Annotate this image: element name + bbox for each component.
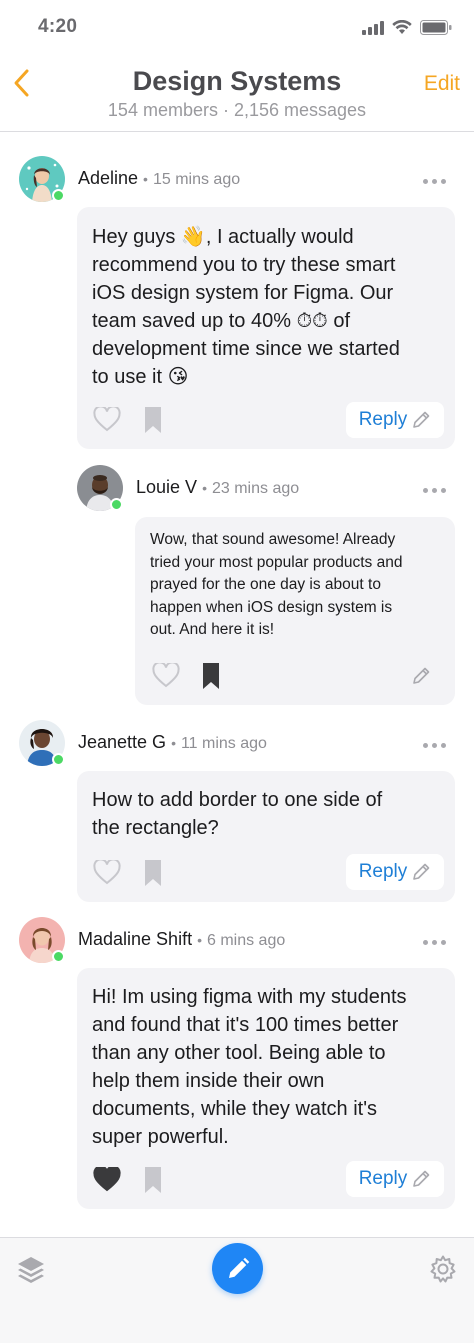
page-title: Design Systems (132, 66, 342, 96)
bookmark-icon (145, 1167, 161, 1193)
timestamp: 23 mins ago (211, 480, 300, 497)
reply-label: Reply (358, 861, 408, 882)
bookmark-icon (145, 407, 161, 433)
author-name[interactable]: Madaline Shift (78, 929, 192, 949)
online-indicator (52, 753, 65, 766)
message-meta: Jeanette G • 11 mins ago (78, 732, 267, 752)
edit-reply-button[interactable] (411, 666, 431, 686)
bookmark-button[interactable] (145, 860, 161, 886)
page-subtitle: 154 members · 2,156 messages (107, 100, 367, 120)
settings-button[interactable] (428, 1254, 458, 1284)
heart-icon (93, 860, 121, 885)
pencil-icon (413, 667, 430, 684)
pencil-icon (413, 1170, 430, 1187)
message-text: Hi! Im using figma with my students and … (92, 986, 407, 1148)
status-time: 4:20 (38, 16, 78, 37)
more-options-button[interactable] (423, 175, 446, 188)
edit-button[interactable]: Edit (424, 72, 460, 96)
online-indicator (52, 950, 65, 963)
signal-icon (362, 20, 384, 35)
bookmark-button[interactable] (145, 407, 161, 433)
message-bubble: Hi! Im using figma with my students and … (77, 968, 455, 1209)
timestamp: 6 mins ago (206, 932, 286, 949)
author-name[interactable]: Adeline (78, 168, 138, 188)
heart-filled-icon (93, 1167, 121, 1192)
timestamp: 11 mins ago (180, 735, 267, 752)
pencil-icon (413, 411, 430, 428)
bookmark-button[interactable] (145, 1167, 161, 1193)
message-text: How to add border to one side of the rec… (92, 789, 383, 839)
layers-icon (18, 1257, 44, 1283)
bookmark-filled-icon (203, 663, 219, 689)
like-button[interactable] (152, 663, 180, 688)
online-indicator (52, 189, 65, 202)
status-bar: 4:20 (0, 0, 474, 56)
message-bubble: Wow, that sound awesome! Already tried y… (135, 517, 455, 705)
message-text: Wow, that sound awesome! Already tried y… (150, 531, 403, 638)
more-options-button[interactable] (423, 936, 446, 949)
heart-icon (93, 407, 121, 432)
bookmark-button[interactable] (203, 663, 219, 689)
message-bubble: Hey guys 👋, I actually would recommend y… (77, 207, 455, 449)
message-text: Hey guys 👋, I actually would recommend y… (92, 226, 400, 388)
reply-button[interactable]: Reply (346, 402, 444, 438)
reply-button[interactable]: Reply (346, 1161, 444, 1197)
reply-label: Reply (358, 1168, 408, 1189)
message-meta: Madaline Shift • 6 mins ago (78, 929, 286, 949)
author-name[interactable]: Louie V (136, 477, 197, 497)
battery-icon (420, 20, 452, 35)
message-bubble: How to add border to one side of the rec… (77, 771, 455, 902)
more-options-button[interactable] (423, 484, 446, 497)
like-button[interactable] (93, 860, 121, 885)
gear-icon (430, 1255, 456, 1283)
message-meta: Adeline • 15 mins ago (78, 168, 241, 188)
bottom-toolbar (0, 1237, 474, 1343)
status-icons (362, 20, 452, 35)
pencil-icon (413, 863, 430, 880)
reply-button[interactable]: Reply (346, 854, 444, 890)
layers-button[interactable] (16, 1254, 46, 1284)
more-options-button[interactable] (423, 739, 446, 752)
like-button[interactable] (93, 407, 121, 432)
heart-icon (152, 663, 180, 688)
author-name[interactable]: Jeanette G (78, 732, 166, 752)
online-indicator (110, 498, 123, 511)
timestamp: 15 mins ago (152, 171, 241, 188)
chat-header: Design Systems 154 members · 2,156 messa… (0, 56, 474, 132)
like-button[interactable] (93, 1167, 121, 1192)
wifi-icon (392, 20, 412, 34)
compose-button[interactable] (212, 1243, 263, 1294)
pencil-icon (228, 1257, 249, 1278)
message-meta: Louie V • 23 mins ago (136, 477, 300, 497)
reply-label: Reply (358, 409, 408, 430)
bookmark-icon (145, 860, 161, 886)
